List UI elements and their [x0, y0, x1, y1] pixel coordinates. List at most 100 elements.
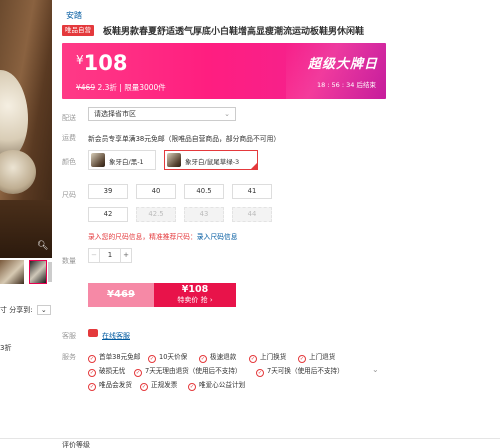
price-value: 108 — [83, 51, 128, 75]
size-option[interactable]: 40.5 — [184, 184, 224, 199]
service-item-label: 7天可换（使用后不支持） — [267, 367, 344, 375]
service-item: ✓ 极速退款 — [199, 352, 237, 363]
service-item-label: 唯品会发货 — [99, 381, 132, 389]
delivery-label: 配送 — [62, 114, 76, 122]
thumbnail-1[interactable] — [0, 260, 24, 284]
gallery-next-arrow[interactable] — [48, 262, 52, 282]
region-select-value: 请选择省市区 — [94, 110, 136, 118]
original-price: ¥469 — [76, 83, 96, 92]
size-label: 尺码 — [62, 191, 76, 199]
service-item: ✓ 唯品会发货 — [88, 380, 132, 391]
share-row: 寸 分享到: ⌄ — [0, 305, 51, 315]
shoe-image-part — [0, 150, 36, 194]
online-service-link[interactable]: 在线客服 — [102, 331, 130, 341]
freight-label: 运费 — [62, 134, 76, 142]
service-item: ✓ 上门换货 — [249, 352, 286, 363]
service-item-label: 10天价保 — [159, 353, 188, 361]
color-option[interactable]: 象牙白/黑-1 — [88, 150, 156, 170]
product-main-image[interactable]: 🔍︎ — [0, 0, 52, 258]
service-label: 服务 — [62, 353, 76, 361]
tab-reviews[interactable]: 评价等级 — [62, 440, 90, 448]
currency-symbol: ¥ — [76, 53, 84, 67]
share-dropdown[interactable]: ⌄ — [36, 305, 51, 315]
size-option[interactable]: 39 — [88, 184, 128, 199]
service-item-label: 7天无理由退货（使用后不支持） — [145, 367, 242, 375]
price-sub-line: ¥469 2.3折 | 限量3000件 — [76, 82, 166, 93]
customer-service-label: 客服 — [62, 332, 76, 340]
service-item: ✓ 正规发票 — [140, 380, 178, 391]
expand-services-icon[interactable]: ⌄ — [372, 365, 379, 374]
size-option-disabled: 44 — [232, 207, 272, 222]
brand-link[interactable]: 安踏 — [66, 10, 82, 21]
discount-rate: 2.3折 — [97, 83, 117, 92]
color-option-label: 象牙白/鼠尾草绿-3 — [185, 158, 240, 166]
chevron-right-icon: › — [209, 296, 213, 304]
quantity-label: 数量 — [62, 257, 76, 265]
countdown: 18 : 56 : 34 后结束 — [317, 79, 376, 89]
chat-icon — [88, 329, 98, 337]
size-option-disabled: 43 — [184, 207, 224, 222]
service-item: ✓ 唯爱心公益计划 — [188, 380, 246, 391]
service-item: ✓ 破损无忧 — [88, 366, 126, 377]
check-circle-icon: ✓ — [88, 383, 96, 391]
product-title: 板鞋男款春夏舒适透气厚底小白鞋增高显瘦潮流运动板鞋男休闲鞋 — [103, 27, 365, 37]
event-title: 超级大牌日 — [307, 57, 378, 72]
color-swatch — [167, 153, 181, 167]
service-item-label: 唯爱心公益计划 — [199, 381, 246, 389]
check-circle-icon: ✓ — [256, 369, 264, 377]
zoom-icon[interactable]: 🔍︎ — [37, 241, 48, 251]
region-select[interactable]: 请选择省市区 ⌄ — [88, 107, 236, 121]
buy-button-text: 特卖价 抢 — [177, 296, 208, 304]
countdown-suffix: 后结束 — [356, 81, 377, 89]
service-item: ✓ 7天可换（使用后不支持） — [256, 366, 344, 377]
chevron-down-icon: ⌄ — [224, 110, 230, 118]
check-circle-icon: ✓ — [140, 383, 148, 391]
size-option[interactable]: 41 — [232, 184, 272, 199]
shoe-image-part — [0, 70, 28, 160]
check-circle-icon: ✓ — [134, 369, 142, 377]
buy-button-label: 特卖价 抢 › — [154, 296, 236, 305]
color-swatch — [91, 153, 105, 167]
check-circle-icon: ✓ — [249, 355, 257, 363]
current-price: ¥108 — [76, 51, 127, 75]
size-option[interactable]: 40 — [136, 184, 176, 199]
service-item: ✓ 首单38元免邮 — [88, 352, 141, 363]
quantity-input[interactable]: 1 — [100, 249, 120, 262]
quantity-stepper: − 1 + — [88, 248, 132, 263]
service-item-label: 极速退款 — [210, 353, 237, 361]
size-hint: 录入您的尺码信息，精准推荐尺码：录入尺码信息 — [88, 231, 238, 241]
check-circle-icon: ✓ — [199, 355, 207, 363]
size-option-disabled: 42.5 — [136, 207, 176, 222]
size-hint-text: 录入您的尺码信息，精准推荐尺码： — [88, 233, 197, 241]
service-item-label: 上门退货 — [309, 353, 336, 361]
check-circle-icon: ✓ — [298, 355, 306, 363]
color-option-label: 象牙白/黑-1 — [109, 158, 144, 166]
share-label: 寸 分享到: — [0, 306, 33, 314]
check-circle-icon: ✓ — [88, 369, 96, 377]
quantity-plus-button[interactable]: + — [120, 249, 131, 262]
check-circle-icon: ✓ — [188, 383, 196, 391]
color-label: 颜色 — [62, 158, 76, 166]
check-circle-icon: ✓ — [148, 355, 156, 363]
store-badge: 唯品自营 — [62, 25, 94, 36]
service-item-label: 正规发票 — [151, 381, 178, 389]
price-banner: ¥108 ¥469 2.3折 | 限量3000件 超级大牌日 18 : 56 :… — [62, 43, 386, 99]
service-item-label: 首单38元免邮 — [99, 353, 141, 361]
size-info-link[interactable]: 录入尺码信息 — [197, 233, 238, 241]
service-item: ✓ 10天价保 — [148, 352, 188, 363]
limit-text: | 限量3000件 — [119, 83, 166, 92]
service-item: ✓ 上门退货 — [298, 352, 336, 363]
thumbnail-2[interactable] — [29, 260, 47, 284]
freight-text: 新会员专享单满38元免邮（限唯品自营商品，部分商品不可用） — [88, 135, 281, 143]
countdown-time: 18 : 56 : 34 — [316, 81, 355, 89]
service-item-label: 破损无忧 — [99, 367, 126, 375]
quantity-minus-button[interactable]: − — [89, 249, 100, 262]
size-option[interactable]: 42 — [88, 207, 128, 222]
selected-check-icon — [250, 162, 258, 170]
check-circle-icon: ✓ — [88, 355, 96, 363]
buy-button-price: ¥108 — [181, 284, 209, 295]
side-discount-label: 3折 — [0, 344, 12, 352]
color-option-selected[interactable]: 象牙白/鼠尾草绿-3 — [164, 150, 258, 170]
buy-button[interactable]: ¥108 特卖价 抢 › — [154, 283, 236, 307]
service-item: ✓ 7天无理由退货（使用后不支持） — [134, 366, 242, 377]
